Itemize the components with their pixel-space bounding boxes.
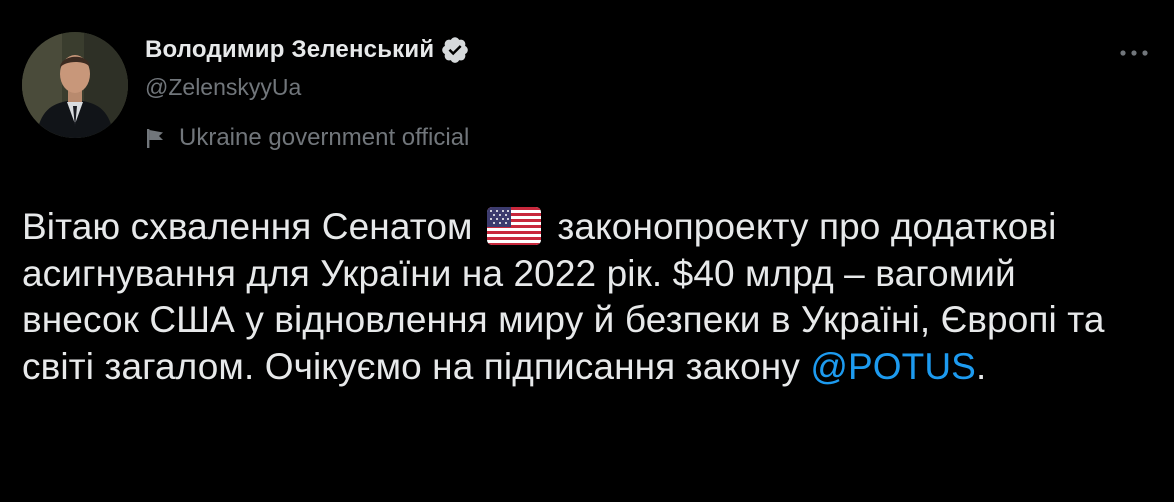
us-flag-emoji <box>486 207 541 245</box>
tweet-text-end: . <box>975 345 987 387</box>
mention-link[interactable]: @POTUS <box>810 346 976 387</box>
verified-badge-icon <box>440 35 470 65</box>
flag-icon <box>145 127 167 149</box>
name-row: Володимир Зеленський <box>145 32 470 68</box>
tweet-text: Вітаю схвалення Сенатом законопроекту пр… <box>22 204 1142 390</box>
government-label[interactable]: Ukraine government official <box>145 124 470 152</box>
tweet: Володимир Зеленський @ZelenskyyUa Ukrain… <box>0 0 1174 502</box>
tweet-header: Володимир Зеленський @ZelenskyyUa Ukrain… <box>145 32 470 152</box>
user-handle[interactable]: @ZelenskyyUa <box>145 74 470 104</box>
display-name[interactable]: Володимир Зеленський <box>145 36 434 64</box>
avatar[interactable] <box>22 32 128 138</box>
tweet-text-part-1: Вітаю схвалення Сенатом <box>22 206 473 247</box>
more-options-icon <box>1117 45 1151 63</box>
more-options-button[interactable] <box>1112 36 1156 72</box>
label-text: Ukraine government official <box>179 124 470 151</box>
